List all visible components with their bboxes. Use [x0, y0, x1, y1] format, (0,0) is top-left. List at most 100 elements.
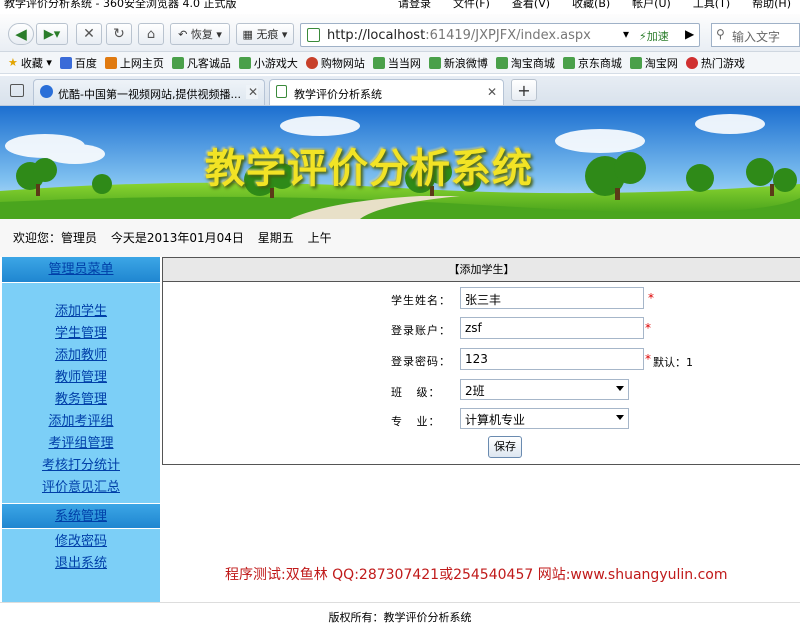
- favorite-item[interactable]: 百度: [59, 55, 97, 71]
- forward-button[interactable]: ▶▾: [36, 23, 68, 45]
- favorite-item[interactable]: 京东商城: [562, 55, 622, 71]
- sidebar-toggle-icon[interactable]: [10, 84, 24, 97]
- incognito-icon: ▦: [242, 27, 253, 41]
- back-button[interactable]: ◀: [8, 23, 34, 45]
- chevron-down-icon[interactable]: ▾: [623, 27, 629, 41]
- account-input[interactable]: zsf: [460, 317, 644, 339]
- major-selected: 计算机专业: [465, 413, 526, 427]
- footer-copyright: 版权所有：教学评价分析系统: [0, 602, 800, 626]
- favorites-bar: ★ 收藏 ▾ 百度 上网主页 凡客诚品 小游戏大 购物网站 当当网 新浪微博 淘宝…: [0, 52, 800, 74]
- class-select[interactable]: 2班: [460, 379, 629, 400]
- home-button[interactable]: ⌂: [138, 23, 164, 45]
- favorite-item[interactable]: 淘宝商城: [495, 55, 555, 71]
- page-icon: [276, 85, 287, 98]
- student-name-input[interactable]: 张三丰: [460, 287, 644, 309]
- accelerate-button[interactable]: ⚡加速: [639, 28, 669, 44]
- welcome-period: 上午: [307, 231, 332, 245]
- incognito-button[interactable]: ▦ 无痕 ▾: [236, 23, 294, 45]
- favorite-item[interactable]: 新浪微博: [428, 55, 488, 71]
- window-title: 教学评价分析系统 - 360安全浏览器 4.0 正式版: [4, 0, 237, 10]
- tab-bar: 优酷-中国第一视频网站,提供视频播... ✕ 教学评价分析系统 ✕ +: [0, 76, 800, 106]
- browser-toolbar: ◀ ▶▾ ✕ ↻ ⌂ ↶ 恢复 ▾ ▦ 无痕 ▾ http://localhos…: [0, 14, 800, 52]
- class-selected: 2班: [465, 384, 485, 398]
- search-placeholder: 输入文字: [732, 30, 781, 44]
- favorite-item[interactable]: 当当网: [372, 55, 421, 71]
- name-row: 学生姓名： 张三丰 *: [163, 287, 800, 311]
- sidebar-item-teacher-manage[interactable]: 教师管理: [2, 367, 160, 389]
- chevron-down-icon: [616, 415, 624, 420]
- favorite-item[interactable]: 热门游戏: [685, 55, 745, 71]
- refresh-button[interactable]: ↻: [106, 23, 132, 45]
- favorites-button[interactable]: ★ 收藏 ▾: [8, 55, 52, 71]
- site-icon: [305, 56, 318, 69]
- sidebar-menu: 添加学生 学生管理 添加教师 教师管理 教务管理 添加考评组 考评组管理 考核打…: [2, 283, 160, 499]
- required-mark: *: [645, 321, 651, 335]
- page-icon: [307, 28, 320, 42]
- password-row: 登录密码： 123 * 默认：1: [163, 348, 800, 372]
- major-select[interactable]: 计算机专业: [460, 408, 629, 429]
- forward-arrow-icon: ▶▾: [43, 26, 61, 42]
- favorite-item[interactable]: 购物网站: [305, 55, 365, 71]
- site-icon: [104, 56, 117, 69]
- welcome-greeting: 欢迎您：管理员: [13, 231, 98, 245]
- menu-file[interactable]: 文件(F): [453, 0, 490, 10]
- sidebar-item-group-manage[interactable]: 考评组管理: [2, 433, 160, 455]
- close-icon: ✕: [83, 26, 95, 42]
- sidebar-section-system[interactable]: 系统管理: [2, 503, 160, 529]
- site-icon: [428, 56, 441, 69]
- menu-help[interactable]: 帮助(H): [752, 0, 791, 10]
- favorite-item[interactable]: 凡客诚品: [171, 55, 231, 71]
- sidebar-item-academic-manage[interactable]: 教务管理: [2, 389, 160, 411]
- sidebar-header[interactable]: 管理员菜单: [2, 257, 160, 283]
- search-input[interactable]: ⚲ 输入文字: [711, 23, 800, 47]
- banner-title: 教学评价分析系统: [205, 145, 533, 192]
- site-icon: [685, 56, 698, 69]
- admin-sidebar: 管理员菜单 添加学生 学生管理 添加教师 教师管理 教务管理 添加考评组 考评组…: [2, 257, 160, 602]
- menu-bar: 请登录 文件(F) 查看(V) 收藏(B) 帐户(U) 工具(T) 帮助(H): [398, 0, 791, 10]
- sidebar-item-score-stats[interactable]: 考核打分统计: [2, 455, 160, 477]
- favorite-item[interactable]: 上网主页: [104, 55, 164, 71]
- favorite-item[interactable]: 淘宝网: [629, 55, 678, 71]
- close-icon[interactable]: ✕: [245, 85, 258, 99]
- plus-icon: +: [517, 80, 531, 100]
- new-tab-button[interactable]: +: [511, 79, 537, 101]
- stop-button[interactable]: ✕: [76, 23, 102, 45]
- name-label: 学生姓名：: [391, 294, 451, 307]
- back-arrow-icon: ◀: [15, 25, 27, 43]
- sidebar-item-change-password[interactable]: 修改密码: [2, 531, 160, 553]
- go-arrow-icon[interactable]: ▶: [685, 27, 694, 41]
- undo-icon: ↶: [178, 27, 188, 41]
- sidebar-item-logout[interactable]: 退出系统: [2, 553, 160, 575]
- favorite-item[interactable]: 小游戏大: [238, 55, 298, 71]
- credit-text: 程序测试:双鱼林 QQ:287307421或254540457 网站:www.s…: [225, 567, 728, 583]
- panel-title: 【添加学生】: [163, 258, 800, 282]
- star-icon: ★: [8, 56, 18, 69]
- account-label: 登录账户：: [391, 324, 451, 337]
- sidebar-item-student-manage[interactable]: 学生管理: [2, 323, 160, 345]
- major-label: 专 业：: [391, 415, 441, 428]
- menu-account[interactable]: 帐户(U): [632, 0, 671, 10]
- tab-youku[interactable]: 优酷-中国第一视频网站,提供视频播... ✕: [33, 79, 265, 105]
- class-row: 班 级： 2班: [163, 379, 800, 403]
- tab-active[interactable]: 教学评价分析系统 ✕: [269, 79, 504, 105]
- save-button[interactable]: 保存: [488, 436, 522, 458]
- sidebar-item-opinion-summary[interactable]: 评价意见汇总: [2, 477, 160, 499]
- password-input[interactable]: 123: [460, 348, 644, 370]
- site-banner: 教学评价分析系统: [0, 106, 800, 219]
- restore-button[interactable]: ↶ 恢复 ▾: [170, 23, 230, 45]
- menu-view[interactable]: 查看(V): [512, 0, 550, 10]
- menu-favorites[interactable]: 收藏(B): [572, 0, 610, 10]
- home-icon: ⌂: [146, 26, 156, 42]
- address-bar[interactable]: http://localhost:61419/JXPJFX/index.aspx…: [300, 23, 700, 47]
- password-hint: 默认：1: [653, 356, 693, 369]
- refresh-icon: ↻: [113, 26, 125, 42]
- menu-login[interactable]: 请登录: [398, 0, 431, 10]
- sidebar-item-add-teacher[interactable]: 添加教师: [2, 345, 160, 367]
- sidebar-item-add-group[interactable]: 添加考评组: [2, 411, 160, 433]
- site-icon: [629, 56, 642, 69]
- sidebar-item-add-student[interactable]: 添加学生: [2, 301, 160, 323]
- window-titlebar: 教学评价分析系统 - 360安全浏览器 4.0 正式版 请登录 文件(F) 查看…: [0, 0, 800, 14]
- menu-tools[interactable]: 工具(T): [693, 0, 730, 10]
- required-mark: *: [645, 352, 651, 366]
- close-icon[interactable]: ✕: [487, 85, 497, 99]
